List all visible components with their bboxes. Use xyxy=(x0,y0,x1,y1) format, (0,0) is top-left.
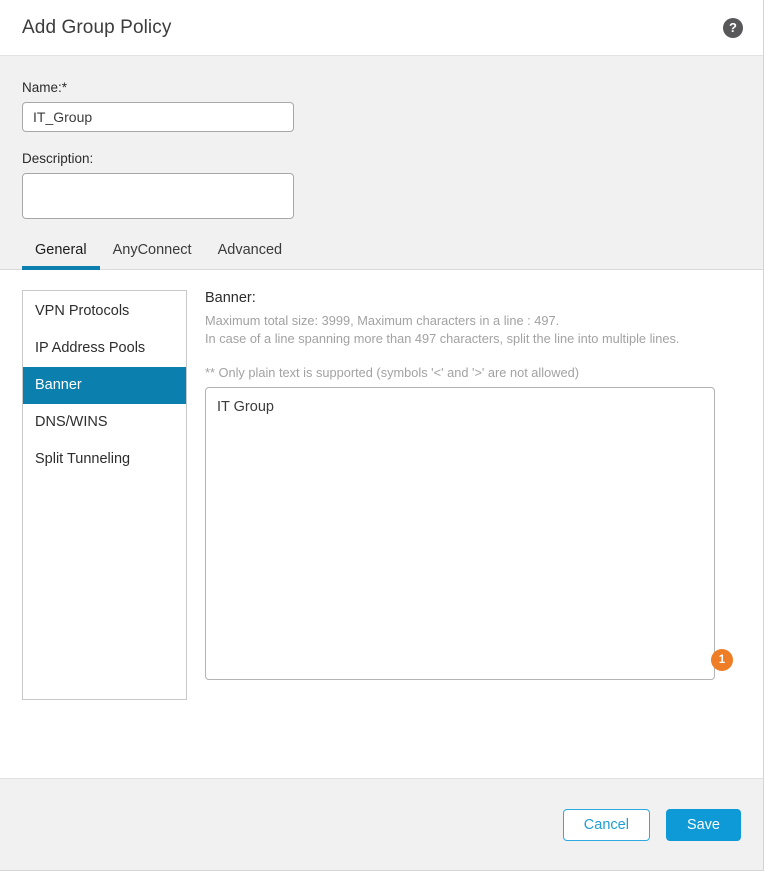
sidebar-item-banner[interactable]: Banner xyxy=(23,367,186,405)
banner-textarea[interactable]: IT Group xyxy=(205,387,715,681)
banner-plaintext-note: ** Only plain text is supported (symbols… xyxy=(205,365,579,381)
save-button[interactable]: Save xyxy=(665,808,741,841)
banner-hint-line-2: In case of a line spanning more than 497… xyxy=(205,331,680,347)
add-group-policy-dialog: Add Group Policy ? Name:* Description: G… xyxy=(0,0,764,871)
cancel-button[interactable]: Cancel xyxy=(562,808,650,841)
page-title: Add Group Policy xyxy=(22,16,172,38)
help-circle-icon[interactable]: ? xyxy=(723,17,743,38)
sidebar-item-split-tunneling[interactable]: Split Tunneling xyxy=(23,441,186,478)
banner-input-wrapper: IT Group 1 xyxy=(205,387,741,681)
sidebar-item-ip-address-pools[interactable]: IP Address Pools xyxy=(23,330,186,367)
dialog-body: VPN Protocols IP Address Pools Banner DN… xyxy=(0,270,763,778)
banner-panel-title: Banner: xyxy=(205,290,256,306)
tab-bar: General AnyConnect Advanced xyxy=(0,224,763,270)
description-input[interactable] xyxy=(22,173,294,219)
status-badge[interactable]: 1 xyxy=(711,649,733,672)
banner-hint-line-1: Maximum total size: 3999, Maximum charac… xyxy=(205,313,560,328)
name-input[interactable] xyxy=(22,102,294,132)
sidebar-item-vpn-protocols[interactable]: VPN Protocols xyxy=(23,293,186,330)
form-area: Name:* Description: xyxy=(0,56,763,224)
name-label: Name:* xyxy=(22,80,68,95)
dialog-footer: Cancel Save xyxy=(0,778,763,870)
name-field-group: Name:* xyxy=(22,80,741,132)
tab-advanced[interactable]: Advanced xyxy=(205,238,296,270)
banner-panel: Banner: Maximum total size: 3999, Maximu… xyxy=(187,290,741,681)
dialog-header: Add Group Policy ? xyxy=(0,0,763,56)
sidebar-item-dns-wins[interactable]: DNS/WINS xyxy=(23,404,186,441)
tab-general[interactable]: General xyxy=(22,238,100,270)
description-label: Description: xyxy=(22,151,94,166)
settings-nav-list: VPN Protocols IP Address Pools Banner DN… xyxy=(22,290,187,700)
description-field-group: Description: xyxy=(22,151,741,224)
tab-anyconnect[interactable]: AnyConnect xyxy=(100,238,205,270)
